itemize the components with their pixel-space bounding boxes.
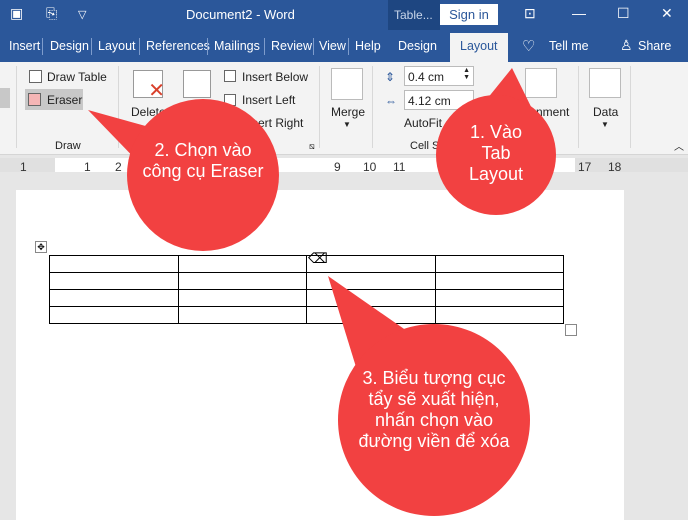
callout-1-text: 1. Vào Tab Layout (468, 122, 524, 184)
callout-2-text: 2. Chọn vào công cụ Eraser (142, 140, 264, 181)
callout-shapes (88, 68, 556, 516)
callout-3-text: 3. Biểu tượng cục tẩy sẽ xuất hiện, nhấn… (358, 368, 510, 451)
